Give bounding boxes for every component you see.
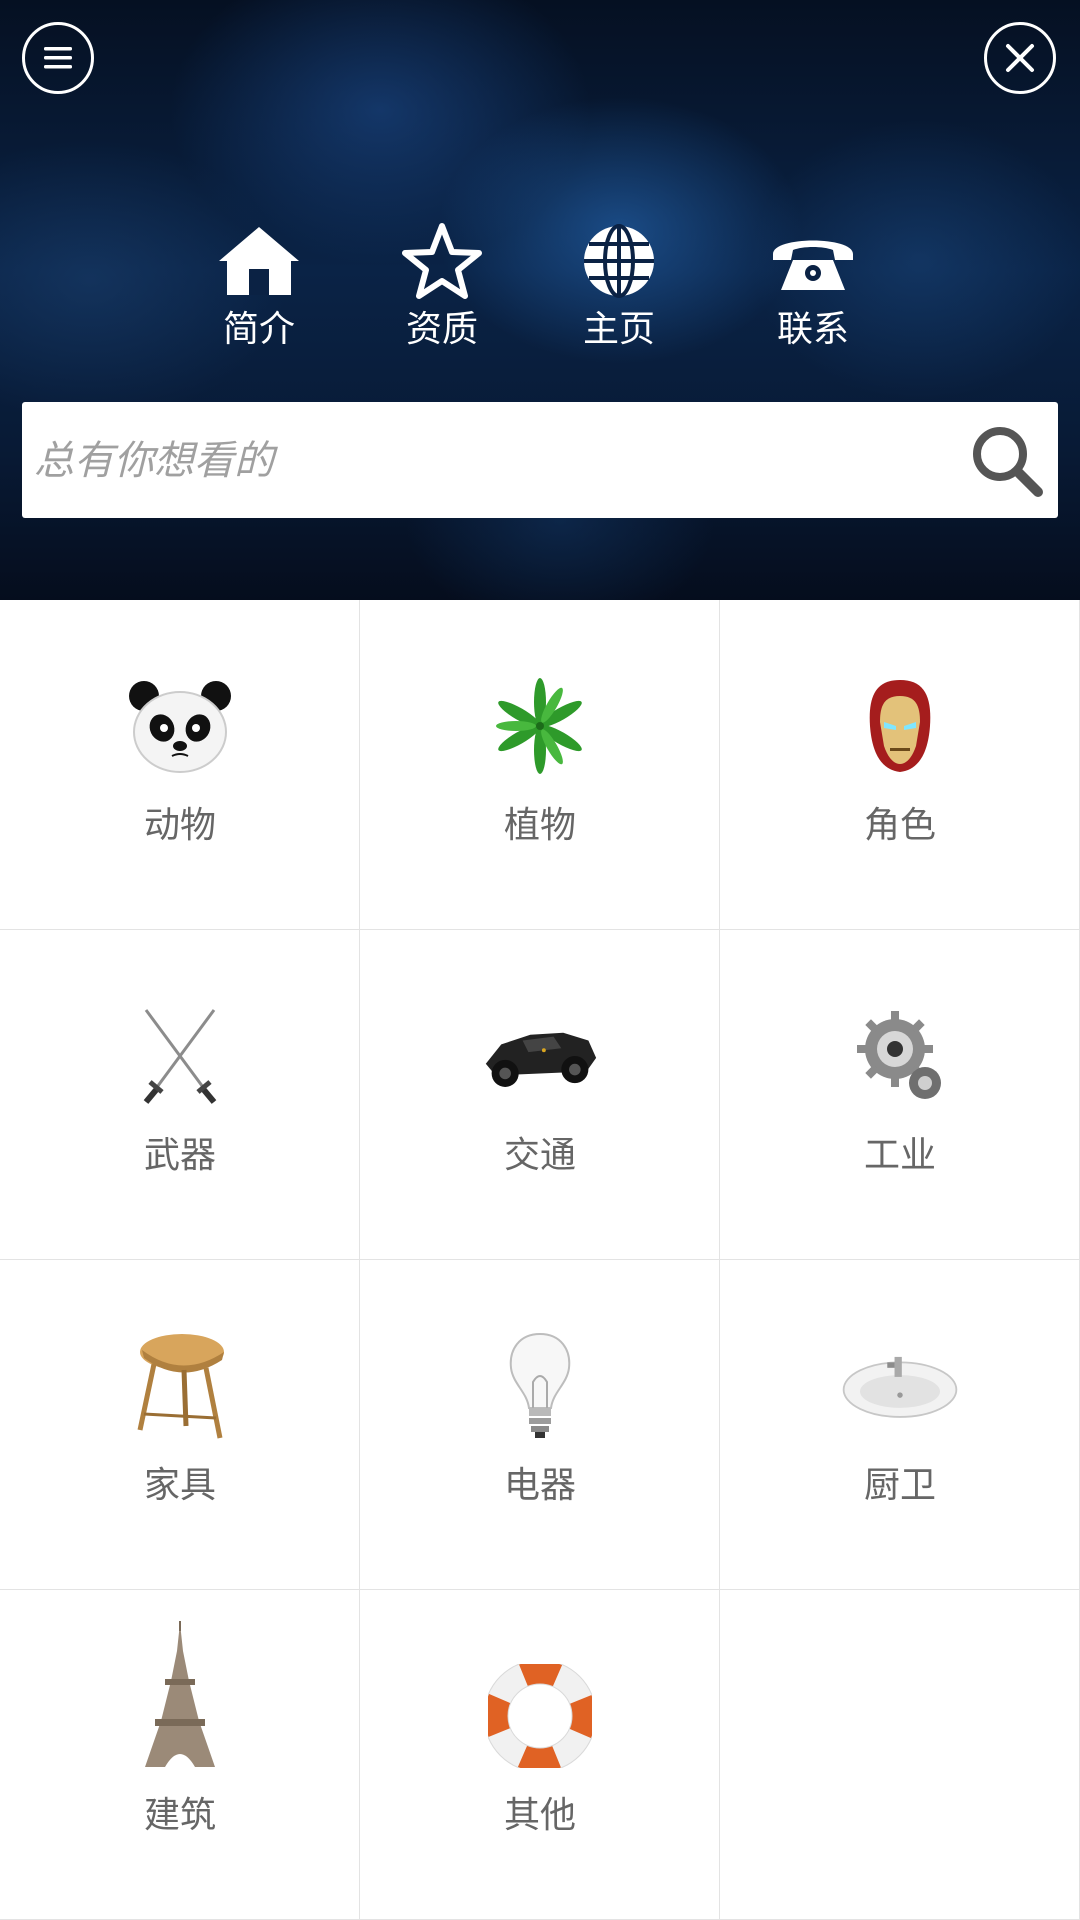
close-button[interactable] (984, 22, 1056, 94)
header-banner: 简介 资质 主页 联系 总有你想看的 (0, 0, 1080, 600)
nav-item-homepage[interactable]: 主页 (559, 220, 679, 352)
search-bar (22, 402, 1058, 520)
star-icon (402, 223, 482, 299)
eiffel-tower-icon (145, 1621, 215, 1767)
category-character[interactable]: 角色 (720, 600, 1080, 930)
nav-item-qualification[interactable]: 资质 (382, 220, 502, 352)
category-furniture[interactable]: 家具 (0, 1260, 360, 1590)
search-icon[interactable] (970, 424, 1044, 498)
category-weapon[interactable]: 武器 (0, 930, 360, 1260)
globe-icon (584, 224, 654, 298)
nav-label: 资质 (405, 309, 478, 350)
hamburger-menu-icon (44, 47, 72, 69)
panda-icon (129, 681, 231, 773)
nav-item-contact[interactable]: 联系 (753, 220, 873, 352)
category-grid: 动物 植物 角色 武器 交通 工业 家具 电器 厨卫 建筑 其他 (0, 600, 1080, 1920)
category-label: 植物 (503, 805, 576, 846)
search-input[interactable] (32, 402, 956, 520)
batmobile-car-icon (485, 1032, 597, 1087)
category-label: 厨卫 (863, 1465, 936, 1506)
telephone-icon (773, 240, 853, 290)
category-label: 动物 (143, 805, 216, 846)
home-icon (219, 227, 299, 295)
nav-label: 简介 (222, 309, 295, 350)
light-bulb-icon (509, 1332, 571, 1438)
category-label: 电器 (503, 1465, 576, 1506)
wooden-stool-icon (137, 1334, 224, 1439)
gears-icon (857, 1011, 941, 1099)
crossed-swords-icon (143, 1009, 217, 1104)
iron-man-helmet-icon (869, 680, 931, 772)
category-label: 家具 (143, 1465, 216, 1506)
close-icon (1006, 44, 1034, 72)
menu-button[interactable] (22, 22, 94, 94)
nav-label: 主页 (582, 309, 655, 350)
category-transport[interactable]: 交通 (360, 930, 720, 1260)
empty-cell (720, 1590, 1080, 1920)
category-label: 工业 (863, 1135, 936, 1176)
nav-label: 联系 (776, 309, 849, 350)
category-industry[interactable]: 工业 (720, 930, 1080, 1260)
category-label: 其他 (503, 1795, 576, 1836)
nav-item-intro[interactable]: 简介 (199, 220, 319, 352)
sink-basin-icon (842, 1356, 958, 1418)
category-label: 建筑 (143, 1795, 216, 1836)
category-animal[interactable]: 动物 (0, 600, 360, 930)
life-buoy-icon (488, 1664, 592, 1768)
category-kitchen-bath[interactable]: 厨卫 (720, 1260, 1080, 1590)
category-plant[interactable]: 植物 (360, 600, 720, 930)
category-label: 武器 (143, 1135, 216, 1176)
leaf-plant-icon (496, 678, 582, 774)
category-other[interactable]: 其他 (360, 1590, 720, 1920)
category-label: 角色 (863, 805, 936, 846)
category-architecture[interactable]: 建筑 (0, 1590, 360, 1920)
category-appliance[interactable]: 电器 (360, 1260, 720, 1590)
category-label: 交通 (503, 1135, 576, 1176)
